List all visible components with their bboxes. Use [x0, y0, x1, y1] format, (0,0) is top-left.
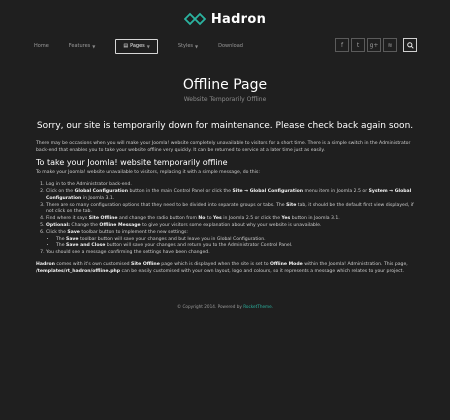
nav-item-pages[interactable]: ▤ Pages ▼ — [115, 38, 158, 54]
search-icon[interactable] — [403, 38, 417, 52]
list-item: Click on the Global Configuration button… — [46, 189, 416, 203]
list-item: There are so many configuration options … — [46, 203, 416, 217]
nav-label: Pages — [130, 43, 145, 49]
nav-item-home[interactable]: Home — [34, 39, 49, 53]
footer: © Copyright 2014. Powered by RocketTheme… — [0, 304, 450, 309]
chevron-down-icon: ▼ — [92, 43, 96, 49]
google-plus-icon[interactable]: g+ — [367, 38, 381, 52]
twitter-icon[interactable]: t — [351, 38, 365, 52]
facebook-icon[interactable]: f — [335, 38, 349, 52]
magnifier-icon — [406, 41, 414, 49]
logo-text: Hadron — [210, 11, 267, 27]
nav-label: Styles — [177, 43, 194, 49]
article-body: There may be occasions when you will mak… — [36, 141, 416, 281]
rockettheme-link[interactable]: RocketTheme. — [243, 304, 273, 309]
rss-icon[interactable]: ≋ — [383, 38, 397, 52]
page: Hadron Home Features ▼ ▤ Pages ▼ Styles … — [0, 0, 450, 420]
list-item: You should see a message confirming the … — [46, 250, 416, 257]
main-nav: Home Features ▼ ▤ Pages ▼ Styles ▼ Downl… — [34, 38, 263, 54]
hadron-logo-icon — [183, 12, 206, 26]
document-icon: ▤ — [123, 43, 129, 49]
steps-list: Log in to the Administrator back-end. Cl… — [36, 182, 416, 257]
site-logo[interactable]: Hadron — [0, 10, 450, 28]
closing-paragraph: Hadron comes with it's own customised Si… — [36, 261, 408, 274]
list-item: Log in to the Administrator back-end. — [46, 182, 416, 189]
nav-label: Download — [218, 43, 243, 49]
page-subtitle: Website Temporarily Offline — [183, 96, 267, 103]
list-item: Click the Save toolbar button to impleme… — [46, 230, 416, 250]
copyright-text: © Copyright 2014. Powered by — [176, 304, 244, 309]
social-buttons: f t g+ ≋ — [335, 38, 417, 52]
chevron-down-icon: ▼ — [146, 43, 150, 49]
save-options-list: The Save toolbar button will save your c… — [46, 237, 416, 251]
maintenance-headline: Sorry, our site is temporarily down for … — [36, 121, 414, 131]
section-title: To take your Joomla! website temporarily… — [36, 157, 228, 167]
list-item: Find where it says Site Offline and chan… — [46, 216, 416, 223]
intro-paragraph: There may be occasions when you will mak… — [36, 141, 411, 153]
nav-label: Home — [34, 43, 49, 49]
nav-item-features[interactable]: Features ▼ — [69, 39, 96, 53]
page-title: Offline Page — [182, 77, 268, 93]
list-item: Optional: Change the Offline Message to … — [46, 223, 416, 230]
nav-item-download[interactable]: Download — [218, 39, 243, 53]
nav-label: Features — [68, 43, 91, 49]
chevron-down-icon: ▼ — [195, 43, 199, 49]
nav-item-styles[interactable]: Styles ▼ — [178, 39, 198, 53]
section-intro: To make your Joomla! website unavailable… — [36, 170, 260, 176]
